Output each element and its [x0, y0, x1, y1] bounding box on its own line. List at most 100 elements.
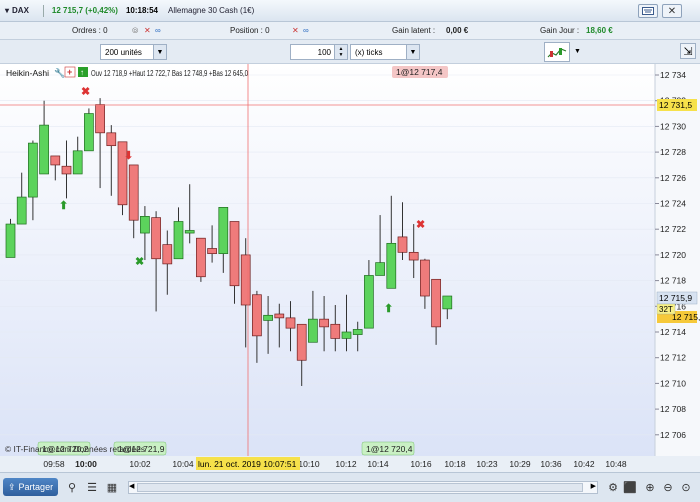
close-position-icon[interactable]: ✕	[292, 26, 299, 35]
candle-body	[375, 262, 385, 276]
candle-body	[408, 251, 419, 261]
y-tick-label: 12 726	[660, 173, 686, 183]
grid-icon[interactable]: ▦	[104, 479, 120, 495]
order-label-top: 1@12 717,4	[396, 67, 443, 77]
y-tick-label: 12 722	[660, 224, 686, 234]
chart-type-button[interactable]	[544, 42, 570, 62]
orders-label: Ordres : 0	[72, 26, 108, 35]
chart-icon[interactable]: ⬛	[622, 479, 638, 495]
window-titlebar: ▾ DAX 12 715,7 (+0,42%) 10:18:54 Allemag…	[0, 0, 700, 22]
pending-orders-icon[interactable]: ⦾	[132, 26, 138, 36]
bottom-toolbar: ⇪ Partager ⚲ ☰ ▦ ◀ ▶ ⚙ ⬛ ⊕ ⊖ ⊙	[0, 472, 700, 502]
positions-link-icon[interactable]: ∞	[303, 26, 309, 35]
x-tick-label: 10:36	[540, 459, 562, 469]
day-gain-label: Gain Jour :	[540, 26, 580, 35]
x-tick-label: 10:29	[509, 459, 531, 469]
candle-body	[184, 230, 195, 234]
x-tick-label: 10:42	[573, 459, 595, 469]
position-label: Position : 0	[230, 26, 270, 35]
cancel-icon[interactable]: ✕	[144, 26, 151, 35]
candle-body	[39, 124, 49, 175]
stepper-icon[interactable]: ▲ ▼	[334, 45, 347, 59]
ticks-value: (x) ticks	[355, 47, 383, 57]
x-tick-label: 10:00	[75, 459, 97, 469]
candle-body	[28, 142, 38, 198]
candle-body	[274, 313, 285, 319]
candle-body	[308, 318, 318, 343]
share-button[interactable]: ⇪ Partager	[3, 478, 58, 496]
price-chart[interactable]: 12 73412 73212 73012 72812 72612 72412 7…	[0, 64, 700, 456]
x-tick-label: 10:02	[129, 459, 151, 469]
latent-value: 0,00 €	[446, 26, 469, 35]
clock-time: 10:18:54	[125, 6, 158, 15]
x-tick-label: 10:04	[172, 459, 194, 469]
candle-body	[162, 244, 173, 265]
link-icon[interactable]: ∞	[155, 26, 161, 35]
x-tick-label: 09:58	[43, 459, 65, 469]
scroll-left-icon[interactable]: ◀	[129, 482, 134, 490]
scroll-thumb[interactable]	[137, 483, 583, 492]
symbol-selector[interactable]: ▾ DAX	[5, 6, 29, 15]
zoom-in-icon[interactable]: ⊕	[642, 479, 658, 495]
ticks-select[interactable]: (x) ticks ▼	[350, 44, 420, 60]
share-icon: ⇪	[8, 481, 16, 492]
candle-body	[341, 331, 352, 339]
candle-body	[420, 259, 430, 297]
candle-body	[263, 314, 273, 321]
chevron-down-icon[interactable]: ▼	[153, 45, 166, 59]
candle-body	[397, 236, 408, 253]
candle-body	[285, 317, 296, 329]
candle-body	[106, 132, 117, 147]
x-tick-label: 10:48	[605, 459, 627, 469]
settings-icon[interactable]: ⚙	[605, 479, 621, 495]
y-tick-label: 12 734	[660, 70, 686, 80]
instrument-name: Allemagne 30 Cash (1€)	[167, 6, 255, 15]
candle-body	[95, 104, 105, 134]
zoom-out-icon[interactable]: ⊖	[660, 479, 676, 495]
drawing-tools-icon[interactable]: ⚲	[64, 479, 80, 495]
candle-body	[128, 164, 139, 221]
copyright-text: © IT-Finance.com Données retardées	[5, 445, 145, 454]
y-tick-label: 12 710	[660, 378, 686, 388]
horizontal-scrollbar[interactable]: ◀ ▶	[128, 481, 598, 494]
candle-body	[296, 323, 307, 361]
units-select[interactable]: 200 unités ▼	[100, 44, 167, 60]
account-info-bar: Ordres : 0 ⦾ ✕ ∞ Position : 0 ✕ ∞ Gain l…	[0, 22, 700, 40]
chevron-down-icon[interactable]: ▼	[574, 48, 581, 55]
wrench-icon[interactable]: 🔧	[54, 67, 65, 78]
quantity-stepper[interactable]: 100 ▲ ▼	[290, 44, 348, 60]
close-signal-icon: ✖	[416, 219, 425, 231]
zoom-reset-icon[interactable]: ⊙	[678, 479, 694, 495]
y-axis-ticks: 12 73412 73212 73012 72812 72612 72412 7…	[655, 70, 686, 440]
y-tick-label: 12 714	[660, 327, 686, 337]
y-tick-label: 12 718	[660, 276, 686, 286]
candle-body	[218, 207, 229, 254]
units-value: 200 unités	[105, 47, 142, 57]
candle-body	[84, 113, 94, 152]
candle-body	[240, 254, 251, 306]
y-tick-label: 12 728	[660, 147, 686, 157]
x-tick-label: 10:14	[367, 459, 389, 469]
scroll-right-icon[interactable]: ▶	[591, 482, 596, 490]
y-tick-label: 12 708	[660, 404, 686, 414]
volume-value: 32T	[659, 305, 673, 314]
trading-toolbar: 200 unités ▼ 100 ▲ ▼ (x) ticks ▼ ▼ ⇲	[0, 40, 700, 64]
y-tick-label: 12 712	[660, 353, 686, 363]
candle-body	[352, 329, 363, 335]
candle-body	[319, 318, 329, 328]
list-icon[interactable]: ☰	[84, 479, 100, 495]
chevron-down-icon[interactable]: ▼	[406, 45, 419, 59]
y-tick-label: 12 730	[660, 121, 686, 131]
keyboard-icon[interactable]	[638, 4, 658, 18]
detach-button[interactable]: ⇲	[680, 43, 696, 59]
candle-body	[330, 323, 341, 339]
candle-body	[140, 216, 150, 234]
day-gain-value: 18,60 €	[586, 26, 613, 35]
candle-chart-icon	[547, 48, 567, 58]
candle-body	[151, 217, 161, 260]
x-tick-label: 10:23	[476, 459, 498, 469]
symbol-label: DAX	[12, 6, 29, 15]
x-axis-ticks: 09:5810:0010:0210:0410:0610:0810:1010:12…	[43, 459, 627, 469]
close-icon[interactable]: ✕	[662, 4, 682, 18]
menu-icon[interactable]: ▾	[5, 6, 9, 15]
